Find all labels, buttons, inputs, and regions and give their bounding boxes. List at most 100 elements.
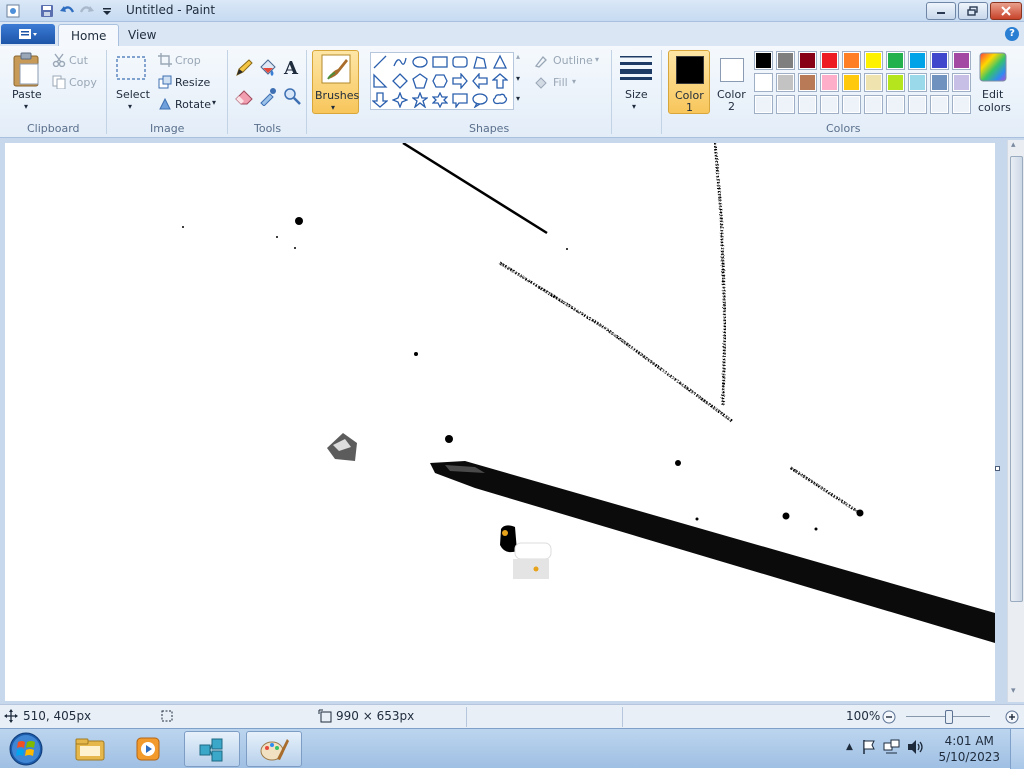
palette-custom-slot[interactable] bbox=[952, 95, 971, 114]
canvas-resize-handle[interactable] bbox=[995, 466, 1000, 471]
tab-home[interactable]: Home bbox=[58, 24, 120, 46]
shape-rect-callout[interactable] bbox=[451, 91, 469, 109]
taskbar-paint[interactable] bbox=[246, 731, 302, 767]
volume-icon[interactable] bbox=[907, 739, 925, 755]
brushes-button[interactable]: Brushes ▾ bbox=[312, 50, 359, 114]
shape-pentagon[interactable] bbox=[411, 72, 429, 90]
help-icon[interactable]: ? bbox=[1005, 27, 1019, 41]
shape-curve[interactable] bbox=[391, 53, 409, 71]
color-picker-icon[interactable] bbox=[258, 86, 278, 109]
size-button[interactable]: Size bbox=[625, 88, 648, 101]
eraser-icon[interactable] bbox=[234, 86, 254, 109]
palette-custom-slot[interactable] bbox=[798, 95, 817, 114]
palette-color[interactable] bbox=[952, 51, 971, 70]
shape-left-arrow[interactable] bbox=[471, 72, 489, 90]
zoom-slider-thumb[interactable] bbox=[945, 710, 953, 724]
shape-polygon[interactable] bbox=[471, 53, 489, 71]
taskbar-network-app[interactable] bbox=[184, 731, 240, 767]
shape-hexagon[interactable] bbox=[431, 72, 449, 90]
network-status-icon[interactable] bbox=[883, 739, 901, 755]
tab-view[interactable]: View bbox=[116, 24, 168, 46]
vertical-scrollbar[interactable]: ▴ ▾ bbox=[1007, 140, 1024, 702]
scroll-down-arrow[interactable]: ▾ bbox=[1011, 686, 1016, 696]
close-button[interactable] bbox=[990, 2, 1022, 20]
outline-button[interactable]: Outline bbox=[553, 54, 593, 67]
shape-four-point-star[interactable] bbox=[391, 91, 409, 109]
palette-custom-slot[interactable] bbox=[754, 95, 773, 114]
palette-color[interactable] bbox=[842, 73, 861, 92]
palette-color[interactable] bbox=[908, 51, 927, 70]
palette-color[interactable] bbox=[952, 73, 971, 92]
flag-icon[interactable] bbox=[861, 739, 877, 755]
shape-rectangle[interactable] bbox=[431, 53, 449, 71]
undo-icon[interactable] bbox=[58, 2, 76, 20]
palette-custom-slot[interactable] bbox=[930, 95, 949, 114]
shape-triangle[interactable] bbox=[491, 53, 509, 71]
pencil-icon[interactable] bbox=[234, 58, 254, 81]
shapes-scroll-down[interactable]: ▾ bbox=[516, 74, 520, 83]
shape-line[interactable] bbox=[371, 53, 389, 71]
start-button[interactable] bbox=[6, 731, 46, 767]
shape-cloud-callout[interactable] bbox=[491, 91, 509, 109]
shape-oval[interactable] bbox=[411, 53, 429, 71]
crop-button[interactable]: Crop bbox=[175, 54, 201, 67]
edit-colors-icon[interactable] bbox=[979, 52, 1007, 85]
palette-color[interactable] bbox=[908, 73, 927, 92]
palette-color[interactable] bbox=[776, 51, 795, 70]
palette-color[interactable] bbox=[754, 51, 773, 70]
scroll-thumb[interactable] bbox=[1010, 156, 1023, 602]
outline-dropdown-arrow[interactable]: ▾ bbox=[595, 55, 599, 64]
text-icon[interactable]: A bbox=[282, 57, 302, 80]
palette-custom-slot[interactable] bbox=[886, 95, 905, 114]
zoom-out-icon[interactable] bbox=[882, 710, 896, 727]
palette-custom-slot[interactable] bbox=[842, 95, 861, 114]
palette-color[interactable] bbox=[798, 51, 817, 70]
color1-button[interactable]: Color 1 bbox=[668, 50, 710, 114]
palette-custom-slot[interactable] bbox=[908, 95, 927, 114]
palette-color[interactable] bbox=[864, 73, 883, 92]
shape-five-point-star[interactable] bbox=[411, 91, 429, 109]
shape-rounded-rectangle[interactable] bbox=[451, 53, 469, 71]
taskbar-explorer[interactable] bbox=[62, 731, 118, 767]
drawing-canvas[interactable] bbox=[5, 143, 995, 701]
app-icon[interactable] bbox=[4, 2, 22, 20]
palette-color[interactable] bbox=[820, 51, 839, 70]
resize-button[interactable]: Resize bbox=[175, 76, 210, 89]
copy-button[interactable]: Copy bbox=[69, 76, 97, 89]
fill-button[interactable]: Fill bbox=[553, 76, 568, 89]
cut-button[interactable]: Cut bbox=[69, 54, 88, 67]
shape-up-arrow[interactable] bbox=[491, 72, 509, 90]
shape-right-arrow[interactable] bbox=[451, 72, 469, 90]
shapes-scroll-up[interactable]: ▴ bbox=[516, 52, 520, 61]
paste-button[interactable]: Paste bbox=[12, 88, 42, 101]
palette-custom-slot[interactable] bbox=[820, 95, 839, 114]
select-dropdown-arrow[interactable]: ▾ bbox=[128, 102, 132, 111]
size-dropdown-arrow[interactable]: ▾ bbox=[632, 102, 636, 111]
shape-down-arrow[interactable] bbox=[371, 91, 389, 109]
fill-dropdown-arrow[interactable]: ▾ bbox=[572, 77, 576, 86]
palette-color[interactable] bbox=[820, 73, 839, 92]
paste-dropdown-arrow[interactable]: ▾ bbox=[24, 102, 28, 111]
palette-custom-slot[interactable] bbox=[776, 95, 795, 114]
shape-diamond[interactable] bbox=[391, 72, 409, 90]
tray-expand-icon[interactable]: ▲ bbox=[846, 742, 853, 752]
zoom-in-icon[interactable] bbox=[1005, 710, 1019, 727]
palette-color[interactable] bbox=[798, 73, 817, 92]
shape-right-triangle[interactable] bbox=[371, 72, 389, 90]
shape-six-point-star[interactable] bbox=[431, 91, 449, 109]
save-icon[interactable] bbox=[38, 2, 56, 20]
palette-color[interactable] bbox=[776, 73, 795, 92]
color2-button[interactable]: Color 2 bbox=[712, 50, 754, 114]
magnifier-icon[interactable] bbox=[282, 86, 302, 109]
show-desktop-button[interactable] bbox=[1010, 729, 1024, 769]
palette-color[interactable] bbox=[842, 51, 861, 70]
rotate-dropdown-arrow[interactable]: ▾ bbox=[212, 98, 216, 107]
fill-icon[interactable] bbox=[258, 58, 278, 81]
palette-color[interactable] bbox=[930, 73, 949, 92]
minimize-button[interactable] bbox=[926, 2, 956, 20]
select-icon[interactable] bbox=[115, 54, 147, 85]
customize-icon[interactable] bbox=[98, 2, 116, 20]
size-icon[interactable] bbox=[619, 54, 653, 85]
select-button[interactable]: Select bbox=[116, 88, 150, 101]
palette-color[interactable] bbox=[886, 73, 905, 92]
